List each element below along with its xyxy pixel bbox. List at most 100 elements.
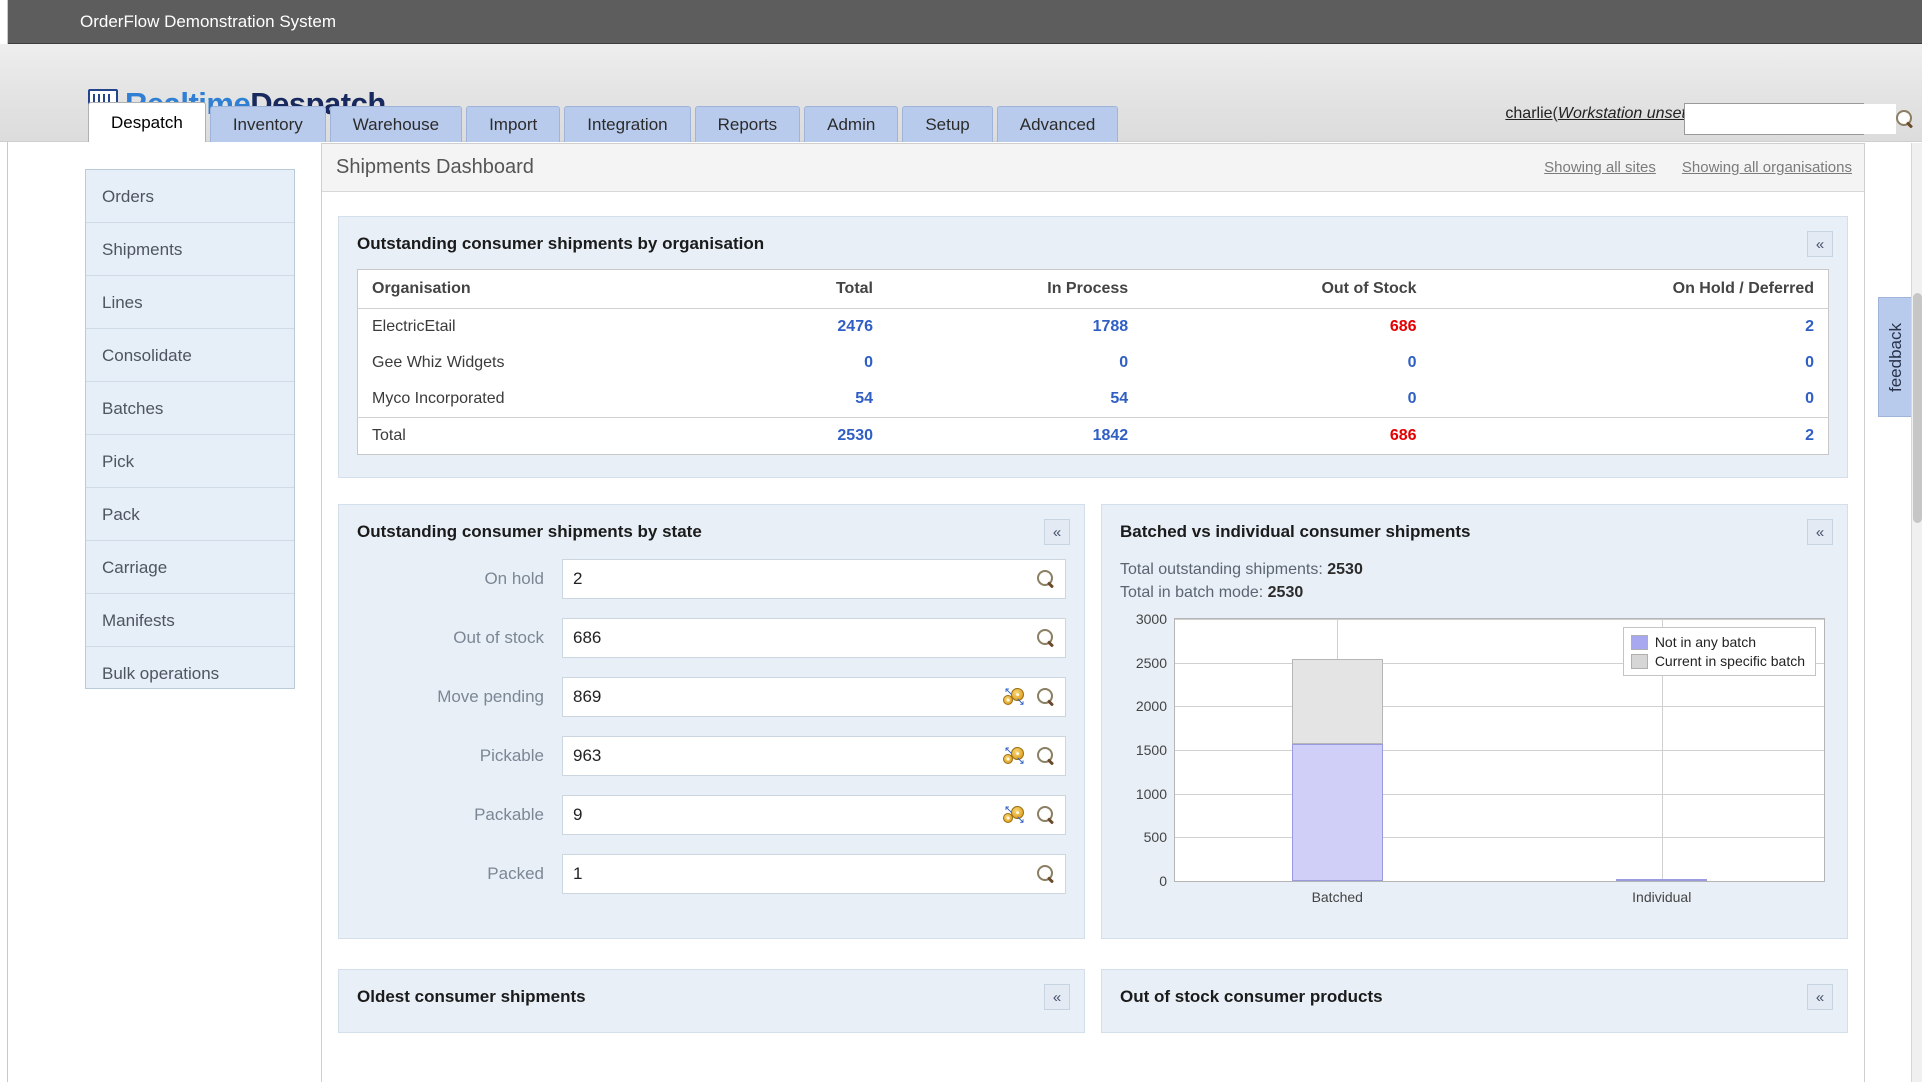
state-value: 963 <box>573 746 602 765</box>
chart-bar-segment[interactable] <box>1291 659 1383 744</box>
search-icon[interactable] <box>1037 629 1055 647</box>
chevron-double-up-icon[interactable]: « <box>1044 519 1070 545</box>
gears-icon[interactable]: ↖ ↘ <box>1003 687 1025 708</box>
tab-label: Setup <box>925 115 970 134</box>
chart-y-tick-label: 500 <box>1143 829 1167 846</box>
tab-import[interactable]: Import <box>466 106 561 142</box>
cell-out-of-stock[interactable]: 0 <box>1142 345 1430 381</box>
state-field[interactable]: 963 ↖ ↘ <box>562 736 1066 776</box>
cell-on-hold[interactable]: 2 <box>1430 417 1829 455</box>
cell-on-hold[interactable]: 0 <box>1431 345 1829 381</box>
cell-in-process[interactable]: 54 <box>887 381 1142 418</box>
state-label: Move pending <box>437 687 544 706</box>
state-field[interactable]: 2 <box>562 559 1066 599</box>
state-row-out-of-stock: Out of stock 686 <box>357 618 1066 658</box>
search-icon[interactable] <box>1037 806 1055 824</box>
sidebar-item-label: Bulk operations <box>102 664 220 683</box>
chevron-double-up-icon[interactable]: « <box>1807 519 1833 545</box>
cell-total[interactable]: 54 <box>735 381 887 418</box>
sidebar-item-shipments[interactable]: Shipments <box>86 223 294 276</box>
state-value: 2 <box>573 569 583 588</box>
dashboard-bottom-row: Oldest consumer shipments « Out of stock… <box>338 969 1848 1033</box>
gears-icon[interactable]: ↖ ↘ <box>1003 746 1025 767</box>
legend-label: Current in specific batch <box>1654 653 1805 669</box>
chart-bar-segment[interactable] <box>1616 879 1708 881</box>
chart-y-tick-label: 2500 <box>1135 654 1167 671</box>
cell-on-hold[interactable]: 0 <box>1431 381 1829 418</box>
cell-in-process[interactable]: 0 <box>887 345 1142 381</box>
page-scrollbar[interactable] <box>1911 143 1922 1082</box>
legend-item: Current in specific batch <box>1630 653 1805 669</box>
state-field[interactable]: 686 <box>562 618 1066 658</box>
sidebar-item-orders[interactable]: Orders <box>86 170 294 223</box>
cell-total[interactable]: 2476 <box>735 309 887 346</box>
sidebar-item-consolidate[interactable]: Consolidate <box>86 329 294 382</box>
tab-despatch[interactable]: Despatch <box>88 102 206 142</box>
cell-in-process[interactable]: 1788 <box>887 309 1142 346</box>
table-row[interactable]: Gee Whiz Widgets 0 0 0 0 <box>358 345 1829 381</box>
chevron-double-up-icon[interactable]: « <box>1807 984 1833 1010</box>
sidebar-item-carriage[interactable]: Carriage <box>86 541 294 594</box>
sidebar-item-lines[interactable]: Lines <box>86 276 294 329</box>
showing-all-organisations-link[interactable]: Showing all organisations <box>1682 159 1852 176</box>
feedback-tab[interactable]: feedback <box>1878 297 1912 417</box>
cell-total[interactable]: 2530 <box>734 417 887 455</box>
chart-gridline <box>1175 619 1824 620</box>
tab-setup[interactable]: Setup <box>902 106 993 142</box>
search-icon[interactable] <box>1037 570 1055 588</box>
legend-swatch-not-in-any-batch <box>1630 634 1648 650</box>
gears-icon[interactable]: ↖ ↘ <box>1003 805 1025 826</box>
state-rows: On hold 2 Out of stock 686 Move pending … <box>339 557 1084 933</box>
state-value: 686 <box>573 628 602 647</box>
sidebar-item-pack[interactable]: Pack <box>86 488 294 541</box>
state-field[interactable]: 9 ↖ ↘ <box>562 795 1066 835</box>
panel-out-of-stock-consumer-products: Out of stock consumer products « <box>1101 969 1848 1033</box>
sidebar-item-bulk-operations[interactable]: Bulk operations <box>86 647 294 700</box>
table-row[interactable]: ElectricEtail 2476 1788 686 2 <box>358 309 1829 346</box>
page-header: Shipments Dashboard Showing all sites Sh… <box>322 144 1864 192</box>
scrollbar-thumb[interactable] <box>1913 293 1922 523</box>
workstation-link[interactable]: Workstation unset <box>1558 105 1686 123</box>
tab-integration[interactable]: Integration <box>564 106 691 142</box>
sidebar-item-batches[interactable]: Batches <box>86 382 294 435</box>
current-user-link[interactable]: charlie <box>1505 105 1552 123</box>
chevron-double-up-icon[interactable]: « <box>1044 984 1070 1010</box>
tab-admin[interactable]: Admin <box>804 106 899 142</box>
table-row[interactable]: Myco Incorporated 54 54 0 0 <box>358 381 1829 418</box>
state-field[interactable]: 1 <box>562 854 1066 894</box>
tab-inventory[interactable]: Inventory <box>209 106 326 142</box>
panel-title: Oldest consumer shipments <box>357 987 586 1006</box>
tab-warehouse[interactable]: Warehouse <box>329 106 463 142</box>
cell-out-of-stock[interactable]: 686 <box>1142 417 1431 455</box>
search-icon[interactable] <box>1037 865 1055 883</box>
chart-bar-segment[interactable] <box>1291 743 1383 881</box>
state-field[interactable]: 869 ↖ ↘ <box>562 677 1066 717</box>
search-icon[interactable] <box>1037 688 1055 706</box>
state-row-on-hold: On hold 2 <box>357 559 1066 599</box>
app-header: RealtimeDespatch charlie ( Workstation u… <box>0 44 1922 142</box>
cell-on-hold[interactable]: 2 <box>1431 309 1829 346</box>
sidebar-item-label: Batches <box>102 399 164 418</box>
window-left-edge <box>0 0 8 1082</box>
tab-reports[interactable]: Reports <box>694 106 801 142</box>
search-input[interactable] <box>1685 104 1896 134</box>
panel-title: Out of stock consumer products <box>1120 987 1383 1006</box>
tab-advanced[interactable]: Advanced <box>996 106 1119 142</box>
chevron-double-up-icon[interactable]: « <box>1807 231 1833 257</box>
chart-gridline <box>1175 750 1824 751</box>
chart-summary-total-value: 2530 <box>1327 561 1363 578</box>
global-search[interactable] <box>1684 103 1912 135</box>
tab-label: Inventory <box>232 115 303 134</box>
sidebar-item-manifests[interactable]: Manifests <box>86 594 294 647</box>
sidebar-item-pick[interactable]: Pick <box>86 435 294 488</box>
cell-out-of-stock[interactable]: 686 <box>1142 309 1430 346</box>
state-row-packed: Packed 1 <box>357 854 1066 894</box>
state-label: Pickable <box>479 746 544 765</box>
chart-legend: Not in any batch Current in specific bat… <box>1622 627 1816 676</box>
cell-out-of-stock[interactable]: 0 <box>1142 381 1430 418</box>
cell-in-process[interactable]: 1842 <box>887 417 1143 455</box>
tab-label: Import <box>489 115 538 134</box>
cell-total[interactable]: 0 <box>735 345 887 381</box>
search-icon[interactable] <box>1037 747 1055 765</box>
showing-all-sites-link[interactable]: Showing all sites <box>1544 159 1656 176</box>
